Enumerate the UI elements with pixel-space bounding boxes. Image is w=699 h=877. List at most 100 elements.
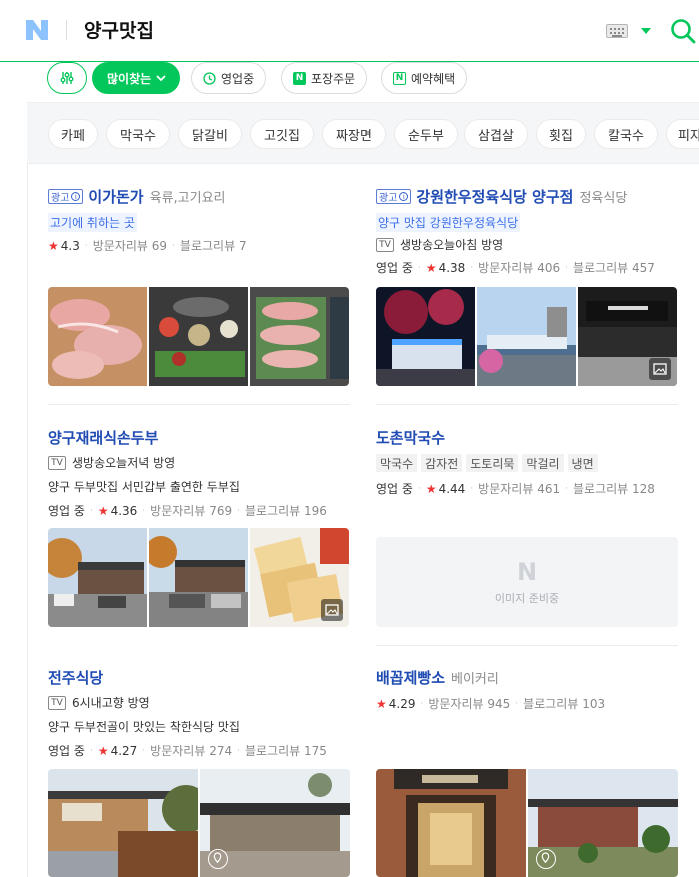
separator-dot: · <box>142 745 146 756</box>
takeout-label: 포장주문 <box>311 71 356 86</box>
separator-dot: · <box>89 505 93 516</box>
rating-value: 4.3 <box>60 238 80 253</box>
place-photo[interactable] <box>528 769 678 877</box>
reservation-filter[interactable]: N 예약혜택 <box>381 62 468 94</box>
place-photo[interactable] <box>578 287 677 386</box>
row-divider <box>376 645 678 646</box>
separator-dot: · <box>417 262 421 273</box>
rating-value: 4.27 <box>110 743 138 758</box>
separator-dot: · <box>142 505 146 516</box>
open-now-filter[interactable]: 영업중 <box>191 62 267 94</box>
place-photo[interactable] <box>48 287 147 386</box>
visitor-review-count: 945 <box>487 696 511 711</box>
filter-settings-button[interactable] <box>47 62 87 94</box>
menu-tag: 막걸리 <box>522 454 564 472</box>
category-chip[interactable]: 순두부 <box>394 119 458 149</box>
visitor-review-count: 461 <box>537 481 561 496</box>
search-icon[interactable] <box>670 18 696 44</box>
menu-tag: 냉면 <box>567 454 598 472</box>
filter-bar: 많이찾는 영업중 N 포장주문 N 예약혜택 <box>0 62 699 102</box>
dropdown-caret-icon[interactable] <box>641 28 651 34</box>
search-query-text[interactable]: 양구맛집 <box>84 16 154 43</box>
naver-logo-placeholder-icon: N <box>516 558 538 586</box>
visitor-review-label: 방문자리뷰 <box>150 744 206 758</box>
search-header: 양구맛집 <box>0 0 699 62</box>
category-chip[interactable]: 짜장면 <box>322 119 386 149</box>
category-chip[interactable]: 피자 <box>666 119 699 149</box>
star-icon: ★ <box>97 503 109 518</box>
place-photo[interactable] <box>376 769 526 877</box>
place-card[interactable]: 광고 i 이가돈가 육류,고기요리 고기에 취하는 곳 ★ 4.3 · 방문자리뷰… <box>48 186 350 254</box>
category-chip[interactable]: 닭갈비 <box>178 119 242 149</box>
visitor-review-count: 769 <box>209 503 233 518</box>
category-chip-row: 카페 막국수 닭갈비 고깃집 짜장면 순두부 삼겹살 횟집 칼국수 피자 <box>27 102 699 164</box>
visitor-review-count: 69 <box>151 238 168 253</box>
takeout-filter[interactable]: N 포장주문 <box>281 62 368 94</box>
place-card[interactable]: 전주식당 TV 6시내고향 방영 양구 두부전골이 맛있는 착한식당 맛집 영업… <box>48 667 358 759</box>
ad-badge[interactable]: 광고 i <box>376 189 412 204</box>
place-card[interactable]: 광고 i 강원한우정육식당 양구점 정육식당 양구 맛집 강원한우정육식당 TV … <box>376 186 696 276</box>
place-photo[interactable] <box>48 769 198 877</box>
ad-badge[interactable]: 광고 i <box>48 189 84 204</box>
results-grid: 광고 i 이가돈가 육류,고기요리 고기에 취하는 곳 ★ 4.3 · 방문자리뷰… <box>27 164 699 877</box>
category-chip[interactable]: 삼겹살 <box>464 119 528 149</box>
sliders-icon <box>60 72 74 84</box>
place-photo[interactable] <box>149 287 248 386</box>
keyboard-icon[interactable] <box>606 24 628 38</box>
blog-review-label: 블로그리뷰 <box>523 697 579 711</box>
star-icon: ★ <box>425 260 437 275</box>
row-divider <box>48 404 350 405</box>
place-photo[interactable] <box>250 528 349 627</box>
place-photo[interactable] <box>376 287 475 386</box>
category-chip[interactable]: 횟집 <box>536 119 586 149</box>
promo-text[interactable]: 양구 맛집 강원한우정육식당 <box>376 213 521 232</box>
place-photo[interactable] <box>200 769 350 877</box>
promo-text[interactable]: 고기에 취하는 곳 <box>48 213 137 232</box>
place-name[interactable]: 배꼽제빵소 <box>376 667 445 688</box>
blog-review-label: 블로그리뷰 <box>244 504 301 518</box>
sort-popular-button[interactable]: 많이찾는 <box>92 62 181 94</box>
gallery-icon <box>649 358 671 380</box>
place-photo[interactable] <box>48 528 147 627</box>
place-photo[interactable] <box>250 287 349 386</box>
photo-strip[interactable] <box>376 287 677 386</box>
place-name[interactable]: 강원한우정육식당 양구점 <box>416 186 573 207</box>
gallery-icon <box>321 599 343 621</box>
photo-strip[interactable] <box>48 287 349 386</box>
photo-strip[interactable] <box>376 769 678 877</box>
naver-logo[interactable] <box>24 17 50 43</box>
place-photo[interactable] <box>149 528 248 627</box>
place-card[interactable]: 양구재래식손두부 TV 생방송오늘저녁 방영 양구 두부맛집 서민갑부 출연한 … <box>48 427 358 519</box>
place-name[interactable]: 양구재래식손두부 <box>48 427 158 448</box>
visitor-review-label: 방문자리뷰 <box>150 504 206 518</box>
row-divider <box>376 404 678 405</box>
blog-review-label: 블로그리뷰 <box>244 744 301 758</box>
place-photo[interactable] <box>477 287 576 386</box>
blog-review-label: 블로그리뷰 <box>572 482 629 496</box>
place-card[interactable]: 도촌막국수 막국수 감자전 도토리묵 막걸리 냉면 영업 중 · ★ 4.44 … <box>376 427 696 497</box>
photo-strip[interactable] <box>48 528 349 627</box>
tv-badge: TV <box>48 695 66 710</box>
category-chip[interactable]: 카페 <box>48 119 98 149</box>
reservation-label: 예약혜택 <box>411 71 456 86</box>
open-now-label: 영업중 <box>221 71 255 86</box>
tv-broadcast-text: 6시내고향 방영 <box>72 696 150 710</box>
ad-label: 광고 <box>51 193 70 204</box>
business-status: 영업 중 <box>48 504 85 518</box>
category-chip[interactable]: 막국수 <box>106 119 170 149</box>
photo-strip[interactable] <box>48 769 350 877</box>
place-name[interactable]: 이가돈가 <box>88 186 143 207</box>
category-chip[interactable]: 칼국수 <box>594 119 658 149</box>
blog-review-label: 블로그리뷰 <box>179 239 236 253</box>
category-chip[interactable]: 고깃집 <box>250 119 314 149</box>
map-pin-icon <box>208 849 228 869</box>
business-status: 영업 중 <box>376 261 413 275</box>
place-name[interactable]: 전주식당 <box>48 667 103 688</box>
place-description: 양구 두부맛집 서민갑부 출연한 두부집 <box>48 480 240 494</box>
place-name[interactable]: 도촌막국수 <box>376 427 445 448</box>
separator-dot: · <box>237 505 240 516</box>
place-card[interactable]: 배꼽제빵소 베이커리 ★ 4.29 · 방문자리뷰 945 · 블로그리뷰 10… <box>376 667 696 712</box>
rating-value: 4.38 <box>438 260 466 275</box>
blog-review-count: 196 <box>304 503 327 518</box>
map-pin-icon <box>536 849 556 869</box>
